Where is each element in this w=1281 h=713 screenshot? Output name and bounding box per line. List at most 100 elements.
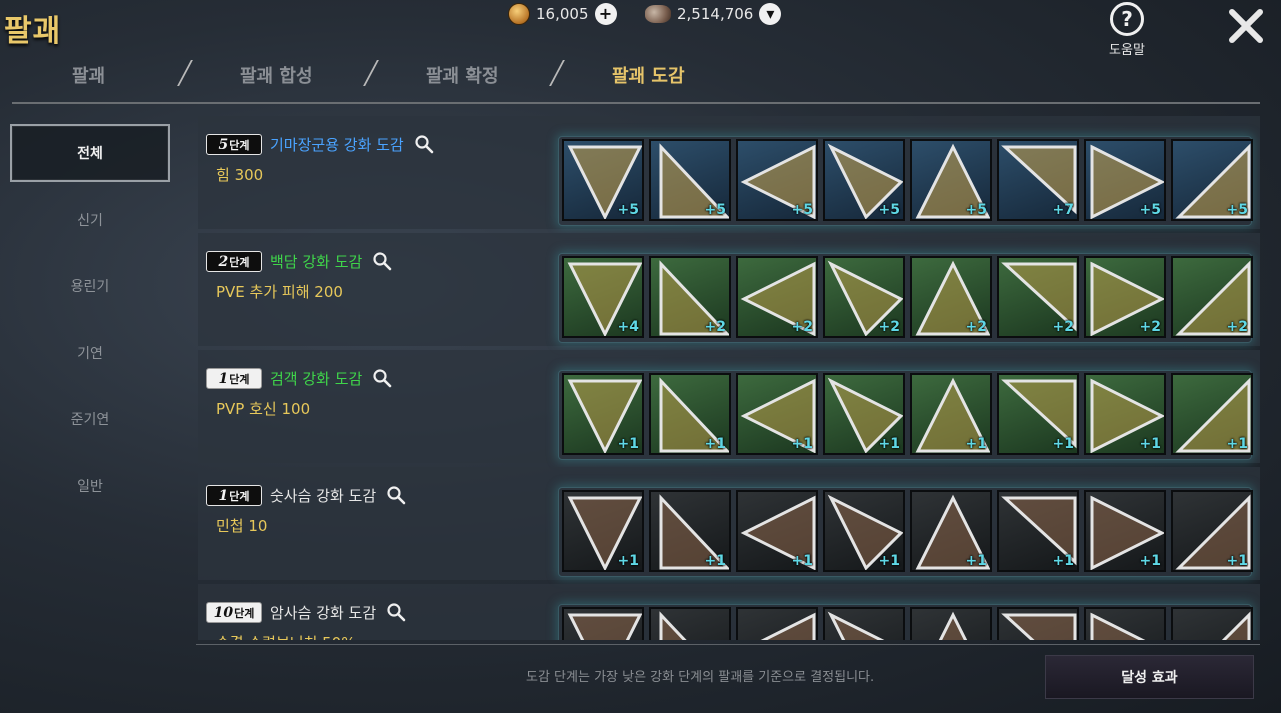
palgwae-card[interactable]: +5	[910, 139, 992, 221]
palgwae-card[interactable]: +1	[1171, 490, 1253, 572]
palgwae-card[interactable]	[736, 607, 818, 640]
palgwae-card[interactable]: +1	[562, 373, 644, 455]
achievement-effect-button[interactable]: 달성 효과	[1045, 655, 1254, 699]
palgwae-card[interactable]: +5	[562, 139, 644, 221]
palgwae-card[interactable]: +5	[1084, 139, 1166, 221]
collection-row[interactable]: 5 단계 기마장군용 강화 도감 힘 300 +5 +5 +5 +5 +5 +7…	[198, 116, 1260, 233]
palgwae-card[interactable]: +2	[910, 256, 992, 338]
collection-name: 암사슴 강화 도감	[270, 604, 377, 622]
sidebar-item-dragon[interactable]: 용린기	[10, 257, 170, 315]
palgwae-card[interactable]: +5	[1171, 139, 1253, 221]
tab-palgwae[interactable]: 팔괘	[72, 62, 105, 88]
palgwae-card[interactable]: +2	[1084, 256, 1166, 338]
palgwae-card[interactable]: +1	[736, 373, 818, 455]
palgwae-card[interactable]: +5	[823, 139, 905, 221]
ore-currency: 2,514,706 ▾	[645, 2, 782, 26]
card-level: +5	[617, 202, 639, 218]
palgwae-card[interactable]	[1084, 607, 1166, 640]
palgwae-card[interactable]	[562, 607, 644, 640]
add-gold-button[interactable]: +	[594, 3, 617, 25]
palgwae-card[interactable]: +1	[823, 490, 905, 572]
ore-dropdown-button[interactable]: ▾	[759, 3, 782, 25]
card-level: +1	[791, 553, 813, 569]
card-level: +1	[1226, 436, 1248, 452]
palgwae-card[interactable]: +1	[910, 373, 992, 455]
magnifier-icon[interactable]	[386, 485, 406, 505]
tab-codex[interactable]: 팔괘 도감	[612, 62, 685, 88]
card-level: +2	[1226, 319, 1248, 335]
palgwae-card[interactable]: +2	[997, 256, 1079, 338]
palgwae-card[interactable]: +2	[736, 256, 818, 338]
trigram-icon	[567, 613, 642, 640]
card-level: +1	[1052, 436, 1074, 452]
palgwae-card[interactable]: +1	[910, 490, 992, 572]
card-level: +2	[791, 319, 813, 335]
palgwae-card[interactable]: +1	[562, 490, 644, 572]
palgwae-card[interactable]: +2	[649, 256, 731, 338]
palgwae-card[interactable]: +5	[736, 139, 818, 221]
magnifier-icon[interactable]	[372, 251, 392, 271]
tier-badge: 5 단계	[206, 134, 262, 155]
tier-badge: 10 단계	[206, 602, 262, 623]
palgwae-card[interactable]: +1	[1084, 373, 1166, 455]
sidebar-item-general[interactable]: 일반	[10, 457, 170, 515]
palgwae-card[interactable]: +1	[736, 490, 818, 572]
card-strip: +4 +2 +2 +2 +2 +2 +2 +2	[558, 253, 1258, 343]
palgwae-card[interactable]: +1	[997, 490, 1079, 572]
tab-synthesis[interactable]: 팔괘 합성	[240, 62, 313, 88]
footer-note: 도감 단계는 가장 낮은 강화 단계의 팔괘를 기준으로 결정됩니다.	[526, 670, 875, 685]
collection-list[interactable]: 5 단계 기마장군용 강화 도감 힘 300 +5 +5 +5 +5 +5 +7…	[198, 116, 1260, 640]
palgwae-card[interactable]	[1171, 607, 1253, 640]
card-strip	[558, 604, 1258, 640]
card-level: +1	[1052, 553, 1074, 569]
palgwae-card[interactable]: +1	[997, 373, 1079, 455]
collection-stat: 순결 수련보너치 50%	[216, 632, 355, 640]
palgwae-card[interactable]: +1	[649, 490, 731, 572]
palgwae-card[interactable]	[823, 607, 905, 640]
card-level: +1	[878, 436, 900, 452]
tier-suffix: 단계	[229, 255, 250, 269]
collection-row[interactable]: 1 단계 숫사슴 강화 도감 민첩 10 +1 +1 +1 +1 +1 +1 +…	[198, 467, 1260, 584]
magnifier-icon[interactable]	[414, 134, 434, 154]
sidebar-item-divine[interactable]: 신기	[10, 191, 170, 249]
trigram-icon	[827, 611, 885, 640]
card-level: +1	[965, 436, 987, 452]
palgwae-card[interactable]: +4	[562, 256, 644, 338]
tab-confirm[interactable]: 팔괘 확정	[426, 62, 499, 88]
palgwae-card[interactable]	[649, 607, 731, 640]
collection-row[interactable]: 10 단계 암사슴 강화 도감 순결 수련보너치 50%	[198, 584, 1260, 640]
collection-row[interactable]: 1 단계 검객 강화 도감 PVP 호신 100 +1 +1 +1 +1 +1 …	[198, 350, 1260, 467]
trigram-icon	[1090, 612, 1146, 640]
sidebar-item-semi-fortune[interactable]: 준기연	[10, 390, 170, 448]
ore-icon	[645, 5, 671, 23]
palgwae-card[interactable]: +2	[823, 256, 905, 338]
magnifier-icon[interactable]	[372, 368, 392, 388]
card-level: +1	[704, 436, 726, 452]
help-button[interactable]: ? 도움말	[1103, 2, 1151, 58]
palgwae-card[interactable]: +2	[1171, 256, 1253, 338]
trigram-icon	[659, 611, 687, 640]
collection-row[interactable]: 2 단계 백담 강화 도감 PVE 추가 피해 200 +4 +2 +2 +2 …	[198, 233, 1260, 350]
palgwae-card[interactable]: +1	[649, 373, 731, 455]
palgwae-card[interactable]: +5	[649, 139, 731, 221]
gold-coin-icon	[508, 3, 530, 25]
tab-bar: 팔괘 팔괘 합성 팔괘 확정 팔괘 도감	[0, 58, 760, 92]
sidebar-item-fortune[interactable]: 기연	[10, 324, 170, 382]
palgwae-card[interactable]: +1	[1084, 490, 1166, 572]
palgwae-card[interactable]: +1	[823, 373, 905, 455]
palgwae-card[interactable]: +1	[1171, 373, 1253, 455]
trigram-icon	[760, 612, 816, 640]
collection-name: 숫사슴 강화 도감	[270, 487, 377, 505]
palgwae-card[interactable]	[910, 607, 992, 640]
gold-currency: 16,005 +	[508, 2, 617, 26]
question-icon: ?	[1110, 2, 1144, 36]
sidebar-item-all[interactable]: 전체	[10, 124, 170, 182]
palgwae-card[interactable]: +7	[997, 139, 1079, 221]
close-button[interactable]	[1226, 6, 1266, 46]
palgwae-card[interactable]	[997, 607, 1079, 640]
collection-name: 기마장군용 강화 도감	[270, 136, 404, 154]
magnifier-icon[interactable]	[386, 602, 406, 622]
card-strip: +5 +5 +5 +5 +5 +7 +5 +5	[558, 136, 1258, 226]
tier-number: 1	[218, 370, 229, 387]
card-level: +2	[878, 319, 900, 335]
